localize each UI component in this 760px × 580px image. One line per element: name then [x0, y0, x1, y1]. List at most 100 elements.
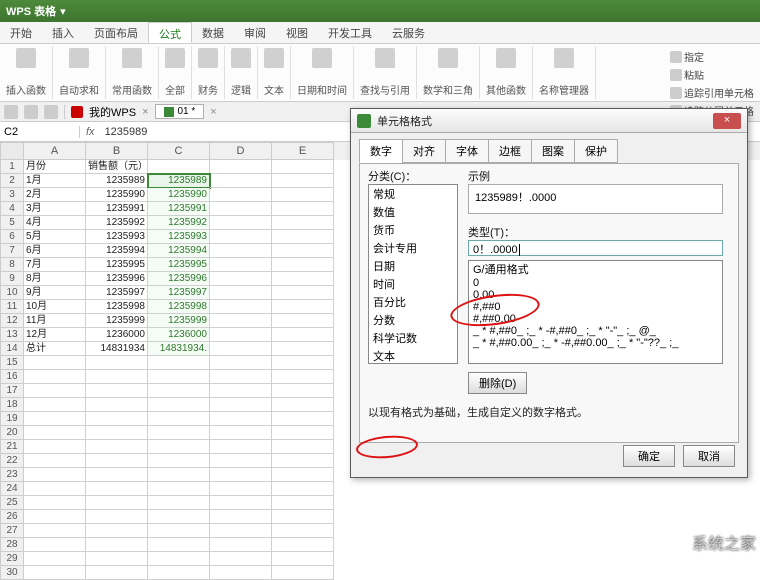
cell[interactable]: 12月	[24, 328, 86, 342]
format-listbox[interactable]: G/通用格式00.00#,##0#,##0.00_ * #,##0_ ;_ * …	[468, 260, 723, 364]
cell[interactable]	[24, 496, 86, 510]
cell[interactable]: 1235992	[86, 216, 148, 230]
qa-redo-icon[interactable]	[44, 105, 58, 119]
cell[interactable]: 10月	[24, 300, 86, 314]
cell[interactable]	[272, 328, 334, 342]
cell[interactable]	[210, 244, 272, 258]
row-header[interactable]: 16	[0, 370, 24, 384]
category-item[interactable]: 分数	[369, 311, 457, 329]
row-header[interactable]: 13	[0, 328, 24, 342]
cell[interactable]	[210, 552, 272, 566]
close-icon[interactable]: ×	[713, 113, 741, 129]
row-header[interactable]: 10	[0, 286, 24, 300]
ribbon-lookup[interactable]: 查找与引用	[354, 46, 417, 99]
cell[interactable]	[272, 230, 334, 244]
cell[interactable]	[210, 426, 272, 440]
cell[interactable]: 1236000	[148, 328, 210, 342]
cell[interactable]	[272, 510, 334, 524]
cell[interactable]	[272, 454, 334, 468]
col-header-C[interactable]: C	[148, 142, 210, 160]
cell[interactable]	[272, 300, 334, 314]
ribbon-math[interactable]: 数学和三角	[417, 46, 480, 99]
cell[interactable]: 销售额（元）	[86, 160, 148, 174]
name-box[interactable]: C2	[0, 126, 80, 138]
document-tab[interactable]: 01 *	[155, 104, 205, 119]
cell[interactable]	[272, 188, 334, 202]
cell[interactable]: 1235991	[148, 202, 210, 216]
row-header[interactable]: 5	[0, 216, 24, 230]
row-header[interactable]: 23	[0, 468, 24, 482]
cell[interactable]: 月份	[24, 160, 86, 174]
cell[interactable]: 1235996	[148, 272, 210, 286]
cell[interactable]	[272, 496, 334, 510]
ribbon-sigma[interactable]: 自动求和	[53, 46, 106, 99]
cell[interactable]	[86, 398, 148, 412]
cell[interactable]	[272, 286, 334, 300]
category-item[interactable]: 日期	[369, 257, 457, 275]
row-header[interactable]: 9	[0, 272, 24, 286]
row-header[interactable]: 1	[0, 160, 24, 174]
cell[interactable]	[24, 510, 86, 524]
category-item[interactable]: 货币	[369, 221, 457, 239]
menu-tab-公式[interactable]: 公式	[148, 22, 192, 43]
type-input[interactable]: 0！.0000	[468, 240, 723, 256]
cell[interactable]	[24, 454, 86, 468]
cell[interactable]	[210, 538, 272, 552]
row-header[interactable]: 26	[0, 510, 24, 524]
cell[interactable]: 1235990	[148, 188, 210, 202]
cell[interactable]	[24, 566, 86, 580]
col-header-E[interactable]: E	[272, 142, 334, 160]
cell[interactable]: 1235990	[86, 188, 148, 202]
cell[interactable]: 8月	[24, 272, 86, 286]
row-header[interactable]: 11	[0, 300, 24, 314]
format-item[interactable]: 0	[469, 277, 722, 289]
cell[interactable]: 1235997	[148, 286, 210, 300]
cell[interactable]: 1235993	[86, 230, 148, 244]
category-item[interactable]: 文本	[369, 347, 457, 364]
category-item[interactable]: 常规	[369, 185, 457, 203]
cell[interactable]	[210, 398, 272, 412]
cell[interactable]	[210, 300, 272, 314]
cell[interactable]	[86, 440, 148, 454]
col-header-B[interactable]: B	[86, 142, 148, 160]
cell[interactable]	[24, 482, 86, 496]
cell[interactable]	[148, 552, 210, 566]
cancel-button[interactable]: 取消	[683, 445, 735, 467]
ribbon-more[interactable]: 其他函数	[480, 46, 533, 99]
cell[interactable]	[148, 524, 210, 538]
cell[interactable]	[272, 398, 334, 412]
cell[interactable]: 1235995	[148, 258, 210, 272]
col-header-D[interactable]: D	[210, 142, 272, 160]
cell[interactable]: 14831934	[86, 342, 148, 356]
cell[interactable]	[148, 454, 210, 468]
cell[interactable]	[148, 398, 210, 412]
cell[interactable]	[86, 538, 148, 552]
row-header[interactable]: 28	[0, 538, 24, 552]
menu-tab-数据[interactable]: 数据	[192, 22, 234, 43]
cell[interactable]	[86, 384, 148, 398]
cell[interactable]: 1235996	[86, 272, 148, 286]
category-item[interactable]: 百分比	[369, 293, 457, 311]
cell[interactable]	[148, 426, 210, 440]
cell[interactable]: 1235989	[148, 174, 210, 188]
cell[interactable]: 4月	[24, 216, 86, 230]
cell[interactable]	[272, 160, 334, 174]
cell[interactable]: 总计	[24, 342, 86, 356]
row-header[interactable]: 30	[0, 566, 24, 580]
cell[interactable]	[86, 454, 148, 468]
cell[interactable]: 5月	[24, 230, 86, 244]
qa-save-icon[interactable]	[4, 105, 18, 119]
cell[interactable]	[148, 384, 210, 398]
cell[interactable]: 1235998	[148, 300, 210, 314]
cell[interactable]	[272, 552, 334, 566]
cell[interactable]	[272, 342, 334, 356]
cell[interactable]	[148, 510, 210, 524]
cell[interactable]	[210, 524, 272, 538]
cell[interactable]	[24, 398, 86, 412]
cell[interactable]: 7月	[24, 258, 86, 272]
cell[interactable]: 1235993	[148, 230, 210, 244]
qa-undo-icon[interactable]	[24, 105, 38, 119]
ribbon-side-assign[interactable]: 指定	[668, 48, 756, 65]
row-header[interactable]: 19	[0, 412, 24, 426]
row-header[interactable]: 29	[0, 552, 24, 566]
